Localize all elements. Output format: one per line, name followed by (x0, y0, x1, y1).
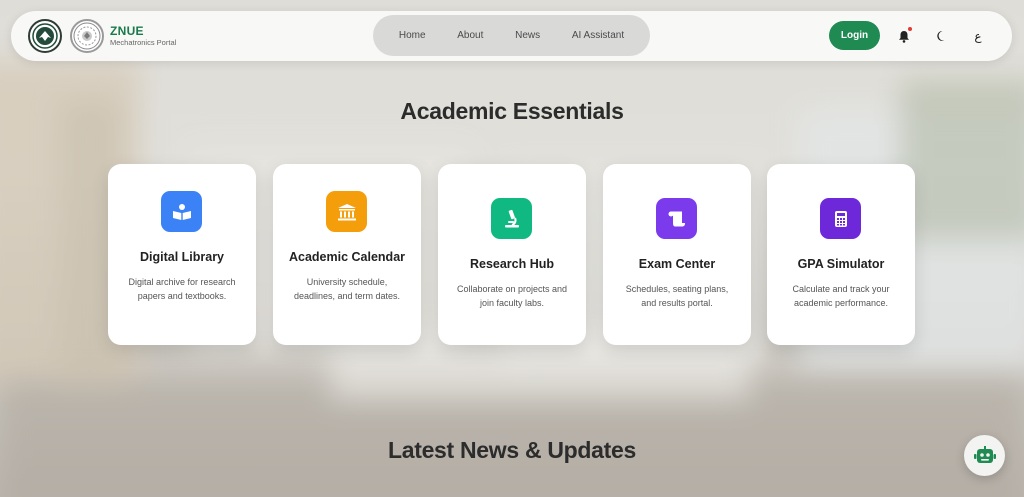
card-icon-badge (491, 198, 532, 239)
seal-icon (73, 22, 101, 50)
nav-about[interactable]: About (457, 30, 483, 41)
book-reader-icon (172, 203, 191, 220)
card-academic-calendar[interactable]: Academic Calendar University schedule, d… (273, 164, 421, 345)
notification-dot (908, 27, 912, 31)
card-icon-badge (326, 191, 367, 232)
brand-title: ZNUE (110, 24, 144, 38)
main-nav: Home About News AI Assistant (373, 15, 650, 56)
moon-icon (937, 30, 945, 41)
card-description: Digital archive for research papers and … (128, 277, 236, 301)
latest-news-title: Latest News & Updates (387, 437, 637, 463)
card-icon-badge (161, 191, 202, 232)
brand-subtitle: Mechatronics Portal (110, 38, 177, 47)
card-description: Schedules, seating plans, and results po… (625, 284, 729, 308)
microscope-icon (504, 209, 519, 227)
nav-news[interactable]: News (515, 30, 540, 41)
university-icon (337, 203, 356, 220)
card-title: Digital Library (139, 250, 225, 264)
academic-essentials-title: Academic Essentials (400, 98, 624, 124)
card-exam-center[interactable]: Exam Center Schedules, seating plans, an… (603, 164, 751, 345)
robot-icon (973, 445, 996, 463)
eagle-emblem-icon (32, 23, 58, 49)
card-title: GPA Simulator (797, 257, 885, 271)
card-digital-library[interactable]: Digital Library Digital archive for rese… (108, 164, 256, 345)
chatbot-button[interactable] (964, 435, 1005, 476)
nav-ai-assistant[interactable]: AI Assistant (572, 30, 624, 41)
nav-home[interactable]: Home (399, 30, 426, 41)
card-description: Collaborate on projects and join faculty… (456, 284, 568, 308)
card-title: Academic Calendar (288, 250, 406, 264)
card-icon-badge (820, 198, 861, 239)
scroll-icon (668, 211, 685, 226)
card-title: Research Hub (469, 257, 555, 271)
card-icon-badge (656, 198, 697, 239)
theme-toggle-button[interactable] (931, 25, 953, 47)
language-toggle-button[interactable]: ع (967, 25, 989, 47)
card-description: Calculate and track your academic perfor… (792, 284, 890, 308)
card-description: University schedule, deadlines, and term… (293, 277, 401, 301)
notifications-button[interactable] (893, 25, 915, 47)
bell-icon (899, 30, 909, 43)
card-research-hub[interactable]: Research Hub Collaborate on projects and… (438, 164, 586, 345)
faculty-logo[interactable] (70, 19, 104, 53)
card-title: Exam Center (638, 257, 716, 271)
navbar: ZNUE Mechatronics Portal Home About News… (11, 11, 1012, 61)
login-button[interactable]: Login (829, 21, 880, 50)
university-logo[interactable] (28, 19, 62, 53)
card-gpa-simulator[interactable]: GPA Simulator Calculate and track your a… (767, 164, 915, 345)
calculator-icon (834, 210, 847, 227)
